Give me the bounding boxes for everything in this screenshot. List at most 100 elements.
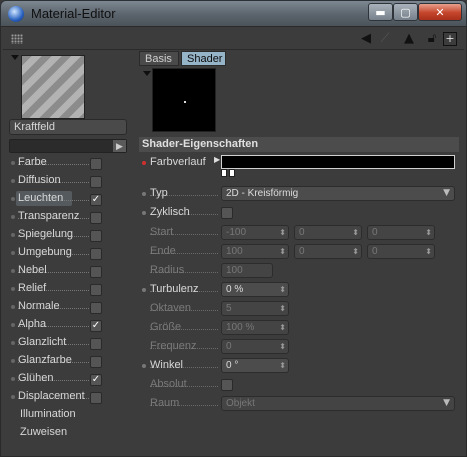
channel-label: Umgebung (18, 246, 72, 258)
radius-value: 100 (226, 265, 243, 276)
channel-item[interactable]: Displacement (7, 388, 127, 406)
channel-item[interactable]: Glanzfarbe (7, 352, 127, 370)
gradient-knot[interactable] (221, 169, 227, 177)
ende-z-field[interactable]: 0 ⬍ (367, 244, 435, 259)
radius-field[interactable]: 100 (221, 263, 273, 278)
channel-item[interactable]: Illumination (7, 406, 127, 424)
stepper-icon[interactable]: ⬍ (279, 359, 286, 372)
title-bar: Material-Editor ▬ ▢ ✕ (0, 0, 467, 26)
stepper-icon[interactable]: ⬍ (352, 245, 359, 258)
minimize-button[interactable]: ▬ (368, 3, 393, 21)
channel-label: Relief (18, 282, 47, 294)
channel-checkbox[interactable] (90, 212, 102, 224)
channel-checkbox[interactable] (90, 284, 102, 296)
groesse-row: Größe 100 % ⬍ (139, 319, 459, 337)
ende-y-field[interactable]: 0 ⬍ (294, 244, 362, 259)
channel-checkbox[interactable]: ✓ (90, 194, 102, 206)
stepper-icon[interactable]: ⬍ (425, 245, 432, 258)
back-arrow-icon[interactable]: ◀ (358, 31, 374, 47)
channel-label: Spiegelung (18, 228, 74, 240)
channel-checkbox[interactable] (90, 248, 102, 260)
stepper-icon[interactable]: ⬍ (279, 226, 286, 239)
ende-y-value: 0 (299, 246, 305, 257)
absolut-row: Absolut (139, 376, 459, 394)
shader-preview-menu-arrow-icon[interactable] (143, 71, 151, 76)
channel-item[interactable]: Nebel (7, 262, 127, 280)
start-label: Start (150, 226, 174, 238)
channel-item[interactable]: Normale (7, 298, 127, 316)
material-name-field[interactable]: Kraftfeld (9, 119, 127, 135)
gradient-knot[interactable] (229, 169, 235, 177)
channel-item[interactable]: Glühen ✓ (7, 370, 127, 388)
absolut-checkbox[interactable] (221, 379, 233, 391)
grip-icon[interactable] (11, 34, 23, 44)
channel-checkbox[interactable] (90, 356, 102, 368)
channel-item[interactable]: Transparenz (7, 208, 127, 226)
stepper-icon[interactable]: ⬍ (279, 321, 286, 334)
channel-checkbox[interactable] (90, 230, 102, 242)
keyframe-dot[interactable] (142, 364, 146, 368)
start-z-field[interactable]: 0 ⬍ (367, 225, 435, 240)
up-arrow-icon[interactable]: ▲ (401, 31, 417, 47)
channel-checkbox[interactable] (90, 158, 102, 170)
zyklisch-checkbox[interactable] (221, 207, 233, 219)
material-preview[interactable] (21, 55, 85, 119)
channel-label: Alpha (18, 318, 47, 330)
maximize-button[interactable]: ▢ (393, 3, 418, 21)
channel-item[interactable]: Relief (7, 280, 127, 298)
lock-icon[interactable]: 🔓︎ (424, 31, 440, 47)
channel-label: Displacement (18, 390, 85, 402)
channel-checkbox[interactable] (90, 176, 102, 188)
channel-scrollbar[interactable]: ▶ (9, 139, 127, 153)
ende-x-field[interactable]: 100 ⬍ (221, 244, 289, 259)
frequenz-field[interactable]: 0 ⬍ (221, 339, 289, 354)
turbulenz-field[interactable]: 0 % ⬍ (221, 282, 289, 297)
channel-checkbox[interactable] (90, 392, 102, 404)
stepper-icon[interactable]: ⬍ (279, 302, 286, 315)
start-x-field[interactable]: -100 ⬍ (221, 225, 289, 240)
keyframe-dot[interactable] (142, 211, 146, 215)
channel-item[interactable]: Diffusion (7, 172, 127, 190)
channel-item[interactable]: Leuchten ✓ (7, 190, 127, 208)
channel-checkbox[interactable] (90, 302, 102, 314)
groesse-field[interactable]: 100 % ⬍ (221, 320, 289, 335)
stepper-icon[interactable]: ⬍ (279, 283, 286, 296)
ende-label: Ende (150, 245, 176, 257)
typ-dropdown[interactable]: 2D - Kreisförmig ▼ (221, 186, 455, 201)
channel-dot-icon (11, 287, 15, 291)
channel-item[interactable]: Umgebung (7, 244, 127, 262)
tab-basis[interactable]: Basis (139, 51, 179, 66)
gradient-menu-arrow-icon[interactable]: ▶ (214, 155, 220, 164)
keyframe-dot[interactable] (142, 288, 146, 292)
channel-item[interactable]: Spiegelung (7, 226, 127, 244)
channel-checkbox[interactable]: ✓ (90, 320, 102, 332)
preview-menu-arrow-icon[interactable] (11, 55, 19, 60)
scroll-right-icon[interactable]: ▶ (113, 140, 126, 152)
channel-checkbox[interactable]: ✓ (90, 374, 102, 386)
new-window-icon[interactable]: + (443, 32, 457, 46)
forward-arrow-icon[interactable]: ⟋ (377, 31, 393, 47)
keyframe-dot[interactable] (142, 161, 146, 165)
channel-dot-icon (11, 341, 15, 345)
close-button[interactable]: ✕ (418, 3, 462, 21)
gradient-bar[interactable] (221, 155, 455, 169)
oktaven-field[interactable]: 5 ⬍ (221, 301, 289, 316)
stepper-icon[interactable]: ⬍ (352, 226, 359, 239)
channel-dot-icon (11, 269, 15, 273)
stepper-icon[interactable]: ⬍ (279, 245, 286, 258)
raum-dropdown[interactable]: Objekt ▼ (221, 396, 455, 411)
stepper-icon[interactable]: ⬍ (425, 226, 432, 239)
start-y-field[interactable]: 0 ⬍ (294, 225, 362, 240)
channel-item[interactable]: Alpha ✓ (7, 316, 127, 334)
channel-checkbox[interactable] (90, 266, 102, 278)
keyframe-dot[interactable] (142, 192, 146, 196)
chevron-down-icon: ▼ (443, 188, 450, 198)
channel-item[interactable]: Zuweisen (7, 424, 127, 442)
farbverlauf-row: Farbverlauf ▶ (139, 154, 459, 177)
stepper-icon[interactable]: ⬍ (279, 340, 286, 353)
channel-checkbox[interactable] (90, 338, 102, 350)
winkel-field[interactable]: 0 ° ⬍ (221, 358, 289, 373)
channel-item[interactable]: Farbe (7, 154, 127, 172)
channel-item[interactable]: Glanzlicht (7, 334, 127, 352)
tab-shader[interactable]: Shader (181, 51, 226, 66)
